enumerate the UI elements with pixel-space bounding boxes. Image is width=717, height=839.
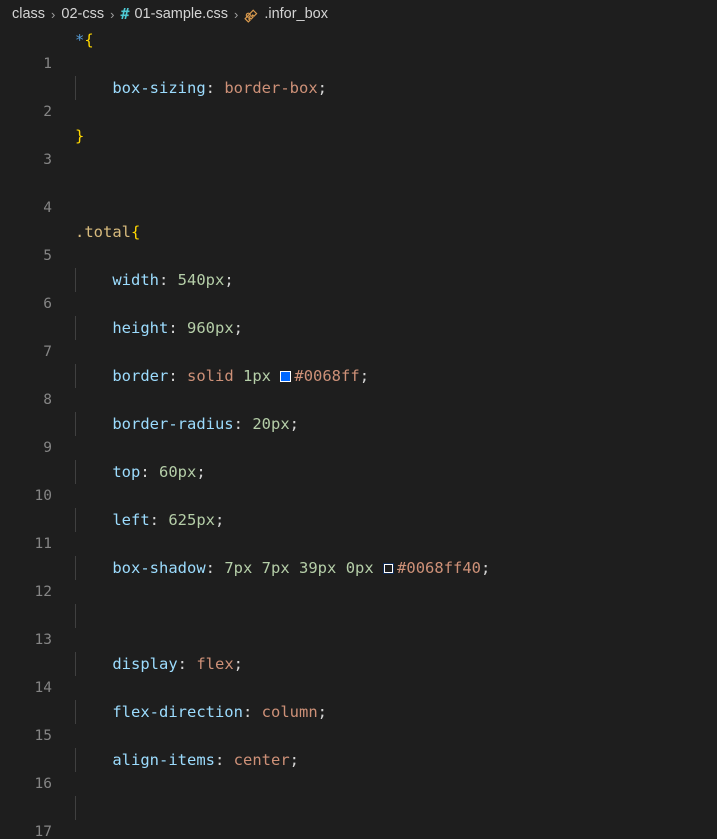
breadcrumb-label: 02-css bbox=[61, 6, 105, 22]
line-content: box-sizing: border-box; bbox=[112, 79, 327, 97]
line-content: display: flex; bbox=[112, 655, 243, 673]
color-swatch-icon[interactable] bbox=[383, 563, 395, 574]
breadcrumb-item-class[interactable]: class bbox=[12, 6, 45, 22]
line-content: width: 540px; bbox=[112, 271, 234, 289]
breadcrumb-label: .infor_box bbox=[264, 6, 328, 22]
line-number: 8 bbox=[43, 392, 52, 408]
line-content: height: 960px; bbox=[112, 319, 244, 337]
color-swatch-icon[interactable] bbox=[280, 371, 292, 382]
line-content: border-radius: 20px; bbox=[112, 415, 299, 433]
code-line[interactable]: 17 bbox=[0, 796, 717, 839]
code-editor[interactable]: 1 *{ 2 box-sizing: border-box; 3 } 4 5 .… bbox=[0, 28, 717, 839]
css-property: border bbox=[112, 367, 169, 385]
line-content: top: 60px; bbox=[112, 463, 206, 481]
line-content: *{ bbox=[75, 31, 94, 49]
code-line[interactable]: 16 align-items: center; bbox=[0, 748, 717, 792]
code-line[interactable]: 2 box-sizing: border-box; bbox=[0, 76, 717, 120]
line-number: 17 bbox=[34, 824, 52, 839]
line-number: 15 bbox=[34, 728, 52, 744]
code-line[interactable]: 1 *{ bbox=[0, 28, 717, 72]
line-number: 9 bbox=[43, 440, 52, 456]
breadcrumb-label: class bbox=[12, 6, 46, 22]
line-number: 11 bbox=[34, 536, 52, 552]
code-line[interactable]: 10 top: 60px; bbox=[0, 460, 717, 504]
indent-guide bbox=[75, 796, 76, 820]
line-number: 5 bbox=[43, 248, 52, 264]
breadcrumb-item-02-css[interactable]: 02-css bbox=[61, 6, 104, 22]
code-line[interactable]: 14 display: flex; bbox=[0, 652, 717, 696]
line-content: left: 625px; bbox=[112, 511, 225, 529]
code-line[interactable]: 5 .total{ bbox=[0, 220, 717, 264]
line-content: align-items: center; bbox=[112, 751, 299, 769]
line-content: flex-direction: column; bbox=[112, 703, 327, 721]
breadcrumb-separator-icon: › bbox=[233, 6, 239, 22]
line-number: 12 bbox=[34, 584, 52, 600]
code-line[interactable]: 4 bbox=[0, 172, 717, 216]
line-number: 4 bbox=[43, 200, 52, 216]
css-selector-icon bbox=[244, 8, 259, 23]
color-value: #0068ff bbox=[294, 367, 360, 385]
code-line[interactable]: 12 box-shadow: 7px 7px 39px 0px #0068ff4… bbox=[0, 556, 717, 600]
line-number: 1 bbox=[43, 56, 52, 72]
line-number: 6 bbox=[43, 296, 52, 312]
code-line[interactable]: 15 flex-direction: column; bbox=[0, 700, 717, 744]
line-content: } bbox=[75, 127, 85, 145]
line-number: 10 bbox=[34, 488, 52, 504]
code-line[interactable]: 9 border-radius: 20px; bbox=[0, 412, 717, 456]
line-number: 16 bbox=[34, 776, 52, 792]
line-number: 13 bbox=[34, 632, 52, 648]
color-value: #0068ff40 bbox=[397, 559, 482, 577]
breadcrumb-item-01-sample-css[interactable]: # 01-sample.css bbox=[120, 6, 228, 22]
code-line[interactable]: 6 width: 540px; bbox=[0, 268, 717, 312]
breadcrumb-label: 01-sample.css bbox=[134, 6, 228, 22]
line-number: 14 bbox=[34, 680, 52, 696]
code-line[interactable]: 7 height: 960px; bbox=[0, 316, 717, 360]
line-content: border: solid 1px #0068ff; bbox=[112, 367, 370, 385]
line-number: 2 bbox=[43, 104, 52, 120]
code-line[interactable]: 3 } bbox=[0, 124, 717, 168]
line-number: 3 bbox=[43, 152, 52, 168]
hash-icon: # bbox=[120, 4, 130, 23]
code-line[interactable]: 8 border: solid 1px #0068ff; bbox=[0, 364, 717, 408]
breadcrumb-item-infor-box[interactable]: .infor_box bbox=[244, 6, 328, 23]
line-number: 7 bbox=[43, 344, 52, 360]
line-content: .total{ bbox=[75, 223, 141, 241]
breadcrumb-separator-icon: › bbox=[51, 6, 56, 22]
css-property: box-shadow bbox=[112, 559, 206, 577]
line-content: box-shadow: 7px 7px 39px 0px #0068ff40; bbox=[112, 559, 491, 577]
breadcrumb-separator-icon: › bbox=[110, 6, 115, 22]
breadcrumb: class › 02-css › # 01-sample.css › .info… bbox=[0, 0, 717, 28]
indent-guide bbox=[75, 604, 76, 628]
code-line[interactable]: 11 left: 625px; bbox=[0, 508, 717, 552]
code-line[interactable]: 13 bbox=[0, 604, 717, 648]
